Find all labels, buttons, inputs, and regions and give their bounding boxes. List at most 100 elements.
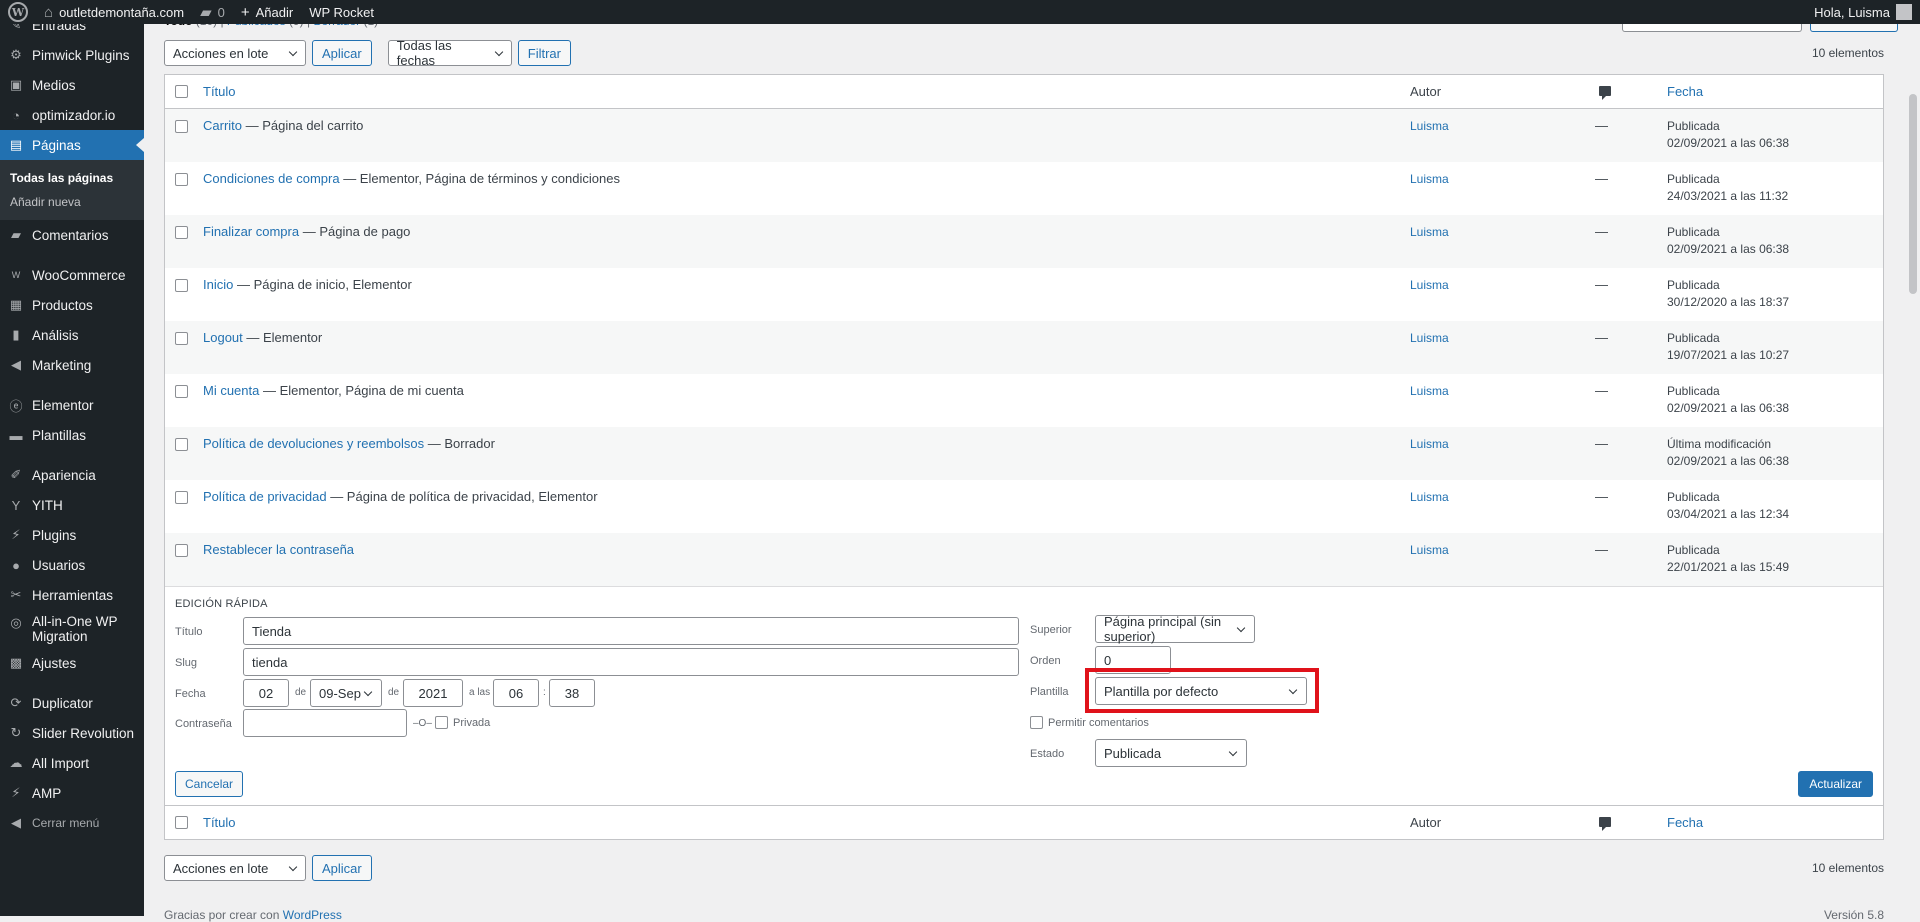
comments-count: — xyxy=(1595,277,1608,292)
author-link[interactable]: Luisma xyxy=(1410,490,1449,504)
date-de-1: de xyxy=(295,687,307,698)
sidebar-item-woocommerce[interactable]: W WooCommerce xyxy=(0,260,144,290)
sort-date-link-bottom[interactable]: Fecha xyxy=(1667,815,1703,830)
sidebar-item-amp[interactable]: ⚡ AMP xyxy=(0,778,144,808)
comment-icon: ▰ xyxy=(11,227,21,242)
sidebar-item-yith[interactable]: Y YITH xyxy=(0,490,144,520)
page-title-link[interactable]: Carrito xyxy=(203,118,242,133)
cancel-button[interactable]: Cancelar xyxy=(175,771,244,797)
sidebar-item-elementor[interactable]: ⓔ Elementor xyxy=(0,390,144,420)
private-checkbox-wrap[interactable]: Privada xyxy=(435,716,490,729)
row-checkbox[interactable] xyxy=(175,491,188,504)
author-link[interactable]: Luisma xyxy=(1410,119,1449,133)
site-name-link[interactable]: ⌂ outletdemontaña.com xyxy=(36,0,192,24)
apply-button[interactable]: Aplicar xyxy=(312,40,372,66)
row-checkbox[interactable] xyxy=(175,279,188,292)
author-link[interactable]: Luisma xyxy=(1410,437,1449,451)
page-title-link[interactable]: Finalizar compra xyxy=(203,224,299,239)
sidebar-item-apariencia[interactable]: ✐ Apariencia xyxy=(0,460,144,490)
comments-count: — xyxy=(1595,383,1608,398)
collapse-menu-button[interactable]: ◀ Cerrar menú xyxy=(0,808,144,838)
submenu-add-new[interactable]: Añadir nueva xyxy=(0,190,144,214)
password-input[interactable] xyxy=(243,709,407,737)
sidebar-item-plantillas[interactable]: ▬ Plantillas xyxy=(0,420,144,450)
sort-title-link-bottom[interactable]: Título xyxy=(203,815,236,830)
comments-count: — xyxy=(1595,118,1608,133)
allow-comments-wrap[interactable]: Permitir comentarios xyxy=(1030,716,1149,729)
allow-comments-checkbox[interactable] xyxy=(1030,716,1043,729)
author-link[interactable]: Luisma xyxy=(1410,384,1449,398)
table-footer: Título Autor Fecha xyxy=(165,805,1883,839)
comments-count: — xyxy=(1595,330,1608,345)
sidebar-item-paginas[interactable]: ▤ Páginas xyxy=(0,130,144,160)
select-all-checkbox[interactable] xyxy=(175,85,188,98)
sidebar-item-optimizador[interactable]: ◔ optimizador.io xyxy=(0,100,144,130)
row-checkbox[interactable] xyxy=(175,544,188,557)
page-title-link[interactable]: Mi cuenta xyxy=(203,383,259,398)
bulk-actions-select[interactable]: Acciones en lote xyxy=(164,40,306,66)
sidebar-item-slider-revolution[interactable]: ↻ Slider Revolution xyxy=(0,718,144,748)
page-title-link[interactable]: Inicio xyxy=(203,277,233,292)
scrollbar-thumb[interactable] xyxy=(1909,94,1917,294)
sidebar-item-productos[interactable]: ▦ Productos xyxy=(0,290,144,320)
post-state: — Página del carrito xyxy=(242,118,364,133)
day-input[interactable]: 02 xyxy=(243,679,289,707)
page-title-link[interactable]: Condiciones de compra xyxy=(203,171,340,186)
sidebar-item-duplicator[interactable]: ⟳ Duplicator xyxy=(0,688,144,718)
sidebar-item-analisis[interactable]: ▮ Análisis xyxy=(0,320,144,350)
private-checkbox[interactable] xyxy=(435,716,448,729)
select-all-checkbox-bottom[interactable] xyxy=(175,816,188,829)
sort-title-link[interactable]: Título xyxy=(203,84,236,99)
page-title-link[interactable]: Logout xyxy=(203,330,243,345)
year-input[interactable]: 2021 xyxy=(403,679,463,707)
tablenav-top: Acciones en lote Aplicar Todas las fecha… xyxy=(164,38,1884,68)
sidebar-item-medios[interactable]: ▣ Medios xyxy=(0,70,144,100)
slug-input[interactable]: tienda xyxy=(243,648,1019,676)
date-filter-select[interactable]: Todas las fechas xyxy=(387,38,512,68)
items-count-bottom: 10 elementos xyxy=(1811,861,1884,875)
bulk-actions-select-bottom[interactable]: Acciones en lote xyxy=(164,855,306,881)
author-link[interactable]: Luisma xyxy=(1410,331,1449,345)
comments-link[interactable]: ▰ 0 xyxy=(192,0,233,24)
filter-button[interactable]: Filtrar xyxy=(517,40,571,66)
page-title-link[interactable]: Política de devoluciones y reembolsos xyxy=(203,436,424,451)
page-scrollbar[interactable] xyxy=(1904,24,1920,916)
row-checkbox[interactable] xyxy=(175,173,188,186)
wp-logo-menu[interactable]: W xyxy=(0,0,36,24)
update-button[interactable]: Actualizar xyxy=(1798,771,1873,797)
sidebar-item-pimwick[interactable]: ⚙ Pimwick Plugins xyxy=(0,40,144,70)
row-checkbox[interactable] xyxy=(175,332,188,345)
author-link[interactable]: Luisma xyxy=(1410,225,1449,239)
row-checkbox[interactable] xyxy=(175,120,188,133)
title-input[interactable]: Tienda xyxy=(243,617,1019,645)
row-checkbox[interactable] xyxy=(175,226,188,239)
month-select[interactable]: 09-Sep xyxy=(310,679,382,707)
row-checkbox[interactable] xyxy=(175,438,188,451)
wordpress-link[interactable]: WordPress xyxy=(283,908,342,922)
apply-button-bottom[interactable]: Aplicar xyxy=(312,855,372,881)
page-title-link[interactable]: Restablecer la contraseña xyxy=(203,542,354,557)
sidebar-item-usuarios[interactable]: ● Usuarios xyxy=(0,550,144,580)
author-link[interactable]: Luisma xyxy=(1410,278,1449,292)
parent-select[interactable]: Página principal (sin superior) xyxy=(1095,614,1255,644)
sidebar-item-all-import[interactable]: ☁ All Import xyxy=(0,748,144,778)
author-link[interactable]: Luisma xyxy=(1410,172,1449,186)
sidebar-item-ajustes[interactable]: ▩ Ajustes xyxy=(0,648,144,678)
status-select[interactable]: Publicada xyxy=(1095,739,1247,767)
sidebar-item-marketing[interactable]: ◀ Marketing xyxy=(0,350,144,380)
submenu-all-pages[interactable]: Todas las páginas xyxy=(0,166,144,190)
my-account-menu[interactable]: Hola, Luisma xyxy=(1814,4,1920,20)
sort-date-link[interactable]: Fecha xyxy=(1667,84,1703,99)
page-title-link[interactable]: Política de privacidad xyxy=(203,489,327,504)
minute-input[interactable]: 38 xyxy=(549,679,595,707)
sidebar-item-comentarios[interactable]: ▰ Comentarios xyxy=(0,220,144,250)
sidebar-item-herramientas[interactable]: ✂ Herramientas xyxy=(0,580,144,610)
row-checkbox[interactable] xyxy=(175,385,188,398)
hour-input[interactable]: 06 xyxy=(493,679,539,707)
sidebar-item-entradas[interactable]: ✎ Entradas xyxy=(0,24,144,40)
add-new-menu[interactable]: + Añadir xyxy=(233,0,301,24)
wp-rocket-menu[interactable]: WP Rocket xyxy=(301,0,382,24)
author-link[interactable]: Luisma xyxy=(1410,543,1449,557)
sidebar-item-plugins[interactable]: ⚡ Plugins xyxy=(0,520,144,550)
sidebar-item-all-in-one[interactable]: ◎ All-in-One WP Migration xyxy=(0,610,144,648)
